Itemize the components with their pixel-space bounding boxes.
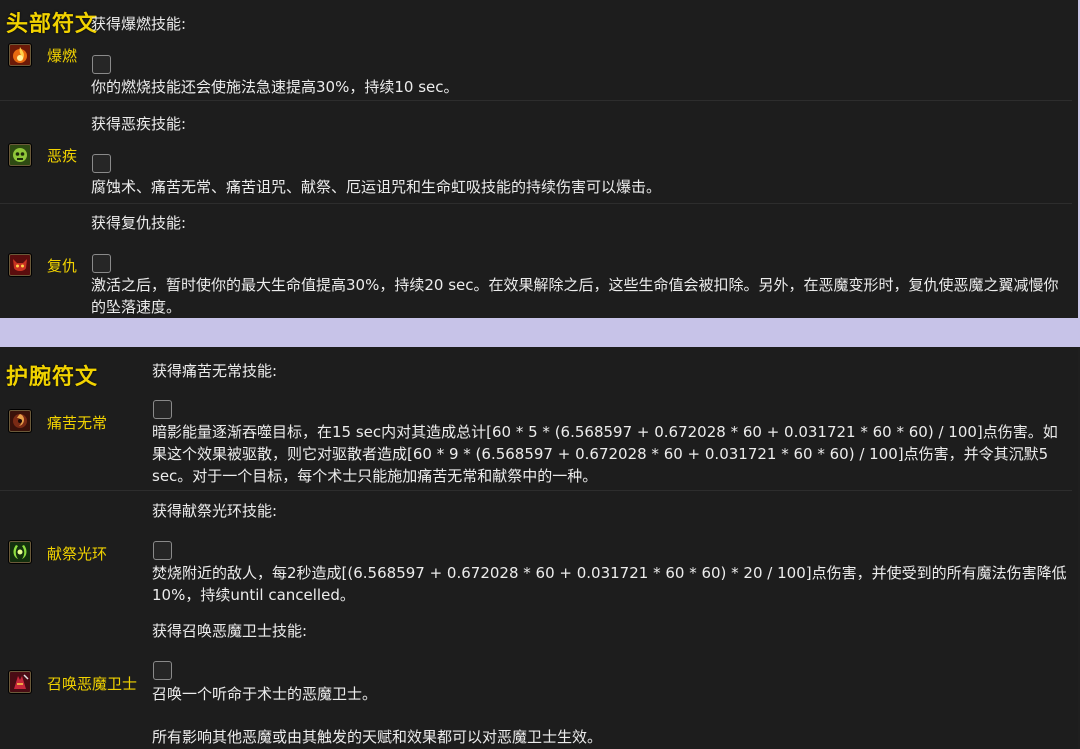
rune-name[interactable]: 复仇 [47,255,77,276]
gain-text: 获得复仇技能: [91,214,187,232]
row-divider [0,100,1072,101]
rune-description: 焚烧附近的敌人，每2秒造成[(6.568597 + 0.672028 * 60 … [152,564,1067,604]
rune-description: 召唤一个听命于术士的恶魔卫士。 [152,685,378,703]
gain-text: 获得恶疾技能: [91,115,187,133]
fire-burst-icon[interactable] [8,43,32,67]
rune-description: 你的燃烧技能还会使施法急速提高30%，持续10 sec。 [91,78,459,96]
rune-checkbox[interactable] [153,400,172,419]
rune-name[interactable]: 痛苦无常 [47,412,107,433]
rune-checkbox[interactable] [92,154,111,173]
rune-description-extra: 所有影响其他恶魔或由其触发的天赋和效果都可以对恶魔卫士生效。 [152,728,603,746]
gain-text: 获得献祭光环技能: [152,502,278,520]
rune-checkbox[interactable] [92,254,111,273]
section-divider [0,318,1080,347]
rune-name[interactable]: 恶疾 [47,145,77,166]
gain-text: 获得召唤恶魔卫士技能: [152,622,308,640]
head-rune-panel: 头部符文 获得爆燃技能: 爆燃 你的燃烧技能还会使施法急速提高30%，持续10 … [0,0,1080,318]
row-divider [0,490,1072,491]
rune-checkbox[interactable] [153,661,172,680]
rune-description: 激活之后，暂时使你的最大生命值提高30%，持续20 sec。在效果解除之后，这些… [91,276,1059,316]
demon-face-icon[interactable] [8,253,32,277]
section-title-wrist: 护腕符文 [6,365,99,390]
gain-text: 获得痛苦无常技能: [152,362,278,380]
wrist-rune-panel: 护腕符文 获得痛苦无常技能: 痛苦无常 暗影能量逐渐吞噬目标，在15 sec内对… [0,347,1078,749]
rune-name[interactable]: 召唤恶魔卫士 [47,673,137,694]
section-title-head: 头部符文 [6,12,99,37]
rune-name[interactable]: 爆燃 [47,45,77,66]
green-aura-icon[interactable] [8,540,32,564]
plague-skull-icon[interactable] [8,143,32,167]
row-divider [0,203,1072,204]
felguard-icon[interactable] [8,670,32,694]
rune-checkbox[interactable] [153,541,172,560]
gain-text: 获得爆燃技能: [91,15,187,33]
rune-description: 腐蚀术、痛苦无常、痛苦诅咒、献祭、厄运诅咒和生命虹吸技能的持续伤害可以爆击。 [91,178,662,196]
shadow-swirl-icon[interactable] [8,409,32,433]
rune-checkbox[interactable] [92,55,111,74]
rune-name[interactable]: 献祭光环 [47,543,107,564]
rune-description: 暗影能量逐渐吞噬目标，在15 sec内对其造成总计[60 * 5 * (6.56… [152,423,1058,485]
